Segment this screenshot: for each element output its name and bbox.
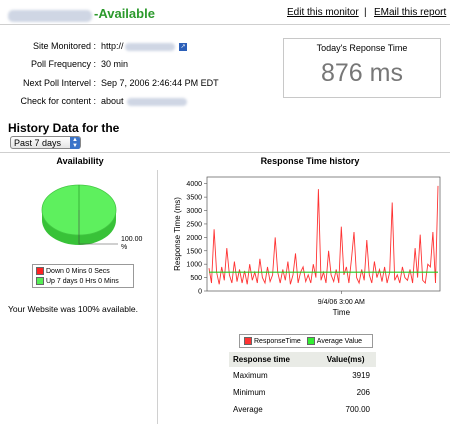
history-title: History Data for the	[8, 121, 120, 135]
row-label: Average	[233, 405, 263, 414]
pie-percent-label: 100.00%	[121, 236, 143, 251]
poll-frequency-label: Poll Frequency :	[30, 59, 96, 69]
header-separator: |	[364, 7, 367, 18]
legend-up-item: Up 7 days 0 Hrs 0 Mins	[36, 277, 130, 285]
y-tick-label: 500	[190, 275, 202, 282]
period-select[interactable]: Past 7 days ▲ ▼	[10, 136, 81, 149]
check-content-label: Check for content :	[20, 96, 96, 106]
period-select-value: Past 7 days	[14, 138, 62, 148]
table-row: Maximum 3919	[229, 367, 376, 384]
response-history-title: Response Time history	[260, 156, 360, 166]
external-link-icon[interactable]: ↗	[179, 42, 188, 51]
header-value-ms: Value(ms)	[315, 352, 376, 367]
site-monitored-value: http:// ↗	[101, 41, 188, 51]
x-axis-label: Time	[333, 308, 351, 317]
y-tick-label: 2500	[186, 221, 202, 228]
legend-down-item: Down 0 Mins 0 Secs	[36, 267, 130, 275]
table-header-row: Response time Value(ms)	[229, 352, 376, 367]
response-stats-table: Response time Value(ms) Maximum 3919 Min…	[229, 352, 376, 418]
y-tick-label: 1500	[186, 248, 202, 255]
todays-response-box: Today's Reponse Time 876 ms	[283, 38, 441, 98]
table-row: Minimum 206	[229, 384, 376, 401]
site-name-redacted	[8, 7, 92, 25]
select-arrows-icon: ▲ ▼	[70, 137, 80, 149]
y-tick-label: 0	[198, 289, 202, 296]
y-tick-label: 2000	[186, 235, 202, 242]
row-label: Maximum	[233, 371, 268, 380]
legend-average-item: Average Value	[306, 337, 362, 345]
poll-frequency-value: 30 min	[101, 59, 129, 69]
y-tick-label: 1000	[186, 262, 202, 269]
next-poll-value: Sep 7, 2006 2:46:44 PM EDT	[101, 78, 219, 88]
up-swatch	[36, 277, 44, 285]
legend-response-item: ResponseTime	[244, 337, 301, 345]
monitor-status: -Available	[94, 6, 155, 21]
y-tick-label: 3000	[186, 208, 202, 215]
header-divider	[0, 24, 450, 25]
availability-summary: Your Website was 100% available.	[8, 304, 138, 314]
availability-legend: Down 0 Mins 0 Secs Up 7 days 0 Hrs 0 Min…	[32, 264, 134, 288]
check-content-value: about	[101, 96, 187, 106]
row-value: 700.00	[345, 405, 370, 414]
y-axis-label: Response Time (ms)	[173, 197, 182, 271]
todays-response-title: Today's Reponse Time	[316, 43, 408, 53]
y-tick-label: 4000	[186, 181, 202, 188]
response-legend: ResponseTime Average Value	[239, 334, 373, 348]
row-value: 3919	[352, 371, 370, 380]
row-label: Minimum	[233, 388, 266, 397]
next-poll-label: Next Poll Intervel :	[22, 78, 96, 88]
response-time-chart: 0 500 1000 1500 2000 2500 3000 3500 4000 Response…	[173, 176, 441, 317]
row-value: 206	[356, 388, 370, 397]
y-tick-label: 3500	[186, 195, 202, 202]
history-divider	[0, 152, 450, 153]
table-row: Average 700.00	[229, 401, 376, 418]
email-report-link[interactable]: EMail this report	[374, 7, 446, 18]
header-response-time: Response time	[229, 352, 316, 367]
availability-title: Availability	[56, 156, 104, 166]
todays-response-value: 876 ms	[321, 59, 403, 87]
x-tick-label: 9/4/06 3:00 AM	[318, 299, 365, 306]
site-monitored-label: Site Monitored :	[32, 41, 96, 51]
edit-monitor-link[interactable]: Edit this monitor	[287, 7, 359, 18]
down-swatch	[36, 267, 44, 275]
panel-divider	[157, 170, 158, 424]
